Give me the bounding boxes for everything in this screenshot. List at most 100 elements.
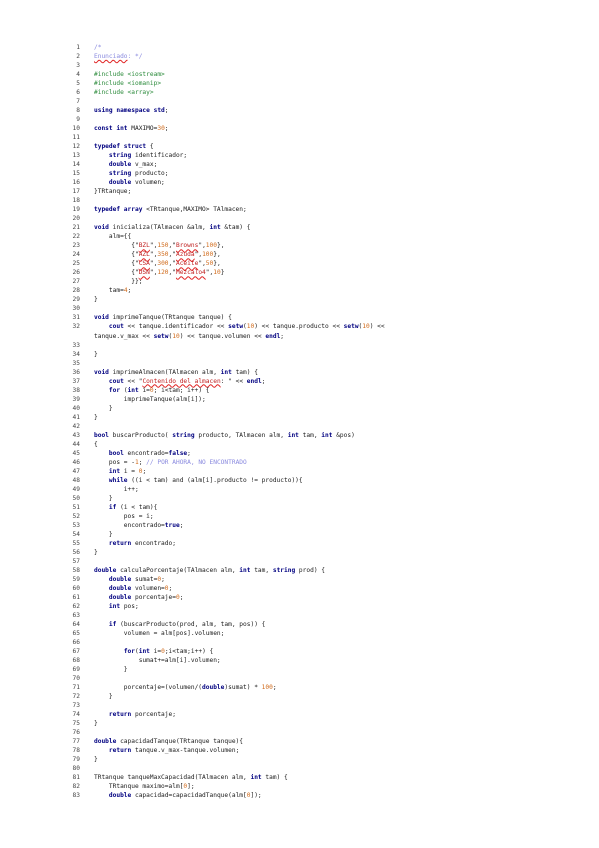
code-token: } [94,756,98,764]
code-line: 70 [64,674,385,683]
code-token: }, [216,242,225,250]
line-number: 83 [72,792,80,800]
code-token: for [108,386,124,394]
code-line: 55 return encontrado; [64,539,385,548]
line-number: 9 [76,116,80,124]
code-token: } [94,720,98,728]
line-number: 23 [72,242,80,250]
line-number: 40 [72,404,80,412]
code-token: while [108,476,132,484]
code-token: tanque.v_max-tanque.volumen; [134,747,240,755]
line-number: 8 [76,107,80,115]
code-token: double [108,584,135,592]
code-line: 45 bool encontrado=false; [64,449,385,458]
line-number: 11 [72,134,80,142]
code-token: void [94,368,113,376]
code-line: 66 [64,638,385,647]
code-line: 27 }}; [64,277,385,286]
code-token: } [94,296,98,304]
code-token: 10 [172,332,180,340]
line-number: 64 [72,621,80,628]
line-number: 35 [72,359,80,367]
line-number: 4 [76,71,80,79]
line-number: 37 [72,377,80,385]
code-line: 13 string identificador; [64,151,385,160]
code-token: ; [179,593,184,601]
code-token: ) << tanque.volumen << [179,332,266,340]
code-token: ", [194,251,203,259]
code-token: false [168,449,188,457]
code-token: pos = - [94,458,135,466]
line-number: 2 [76,53,80,61]
code-token: {" [94,242,139,250]
line-number: 71 [72,684,80,692]
line-number: 55 [72,539,80,547]
code-token: &tam) { [224,224,251,232]
code-line: 67 for(int i=0;i<tam;i++) { [64,647,385,656]
line-number: 68 [72,657,80,665]
code-token: using namespace std [94,107,165,115]
code-token: setw [228,323,244,331]
code-line: 36 void imprimeAlmacen(TAlmacen alm, int … [64,368,385,377]
code-token: Contenido del almacen [142,377,221,385]
line-number: 33 [72,341,80,349]
code-token: typedef array [94,206,147,214]
code-token: setw [343,323,359,331]
line-number: 20 [72,215,80,223]
code-token: CSA [138,260,150,268]
code-token: ; [261,377,266,385]
code-line: 4 #include <iostream> [64,70,385,79]
code-token: i= [153,648,162,656]
code-token: return [108,539,135,547]
code-token: capacidad=capacidadTanque(alm[ [134,792,247,800]
code-token: tanque.v_max << [94,332,154,340]
code-token: setw [153,332,169,340]
code-token: void [94,314,113,322]
code-token: {" [94,269,139,277]
line-number: 44 [72,440,80,448]
line-number: 21 [72,224,80,232]
code-token: Aceite [175,260,199,268]
code-token: #include <array> [94,89,154,97]
code-token: producto; [134,170,169,178]
code-line: 22 alm={{ [64,232,385,241]
code-token: ; [164,125,169,133]
code-token: } [94,494,113,502]
line-number: 62 [72,602,80,610]
code-token: { [149,143,154,151]
code-line: 62 int pos; [64,602,385,611]
line-number: 1 [76,44,80,51]
line-number: 26 [72,269,80,277]
code-token: ", [198,242,206,250]
code-token: ) << tanque.producto << [254,323,344,331]
code-token: ]); [250,792,262,800]
code-token: }}; [94,278,143,286]
code-line: 18 [64,196,385,205]
line-number: 29 [72,296,80,304]
code-token: { [94,440,98,448]
code-token: endl [265,332,281,340]
code-line: 16 double volumen; [64,178,385,187]
code-line: 76 [64,728,385,737]
code-token: string [108,152,135,160]
code-token: capacidadTanque(TRtanque tanque){ [120,738,244,746]
code-line: 52 pos = i; [64,512,385,521]
code-token: }, [213,251,221,259]
code-line: 50 } [64,494,385,503]
line-number: 61 [72,593,80,601]
code-line: tanque.v_max << setw(10) << tanque.volum… [64,332,385,341]
code-line: 68 sumat+=alm[i].volumen; [64,656,385,665]
code-token: bool [108,449,128,457]
code-token: // POR AHORA, NO ENCONTRADO [146,458,247,466]
code-line: 25 {"CSA",300,"Aceite",50}, [64,259,385,268]
line-number: 60 [72,584,80,592]
code-token: 300 [157,260,169,268]
code-token: : */ [127,53,143,61]
code-token: /* [94,44,102,51]
code-token: producto, TAlmacen alm, [198,431,288,439]
code-token: imprimeTanque(TRtanque tanque) { [112,314,232,322]
line-number: 79 [72,756,80,764]
code-line: 7 [64,97,385,106]
